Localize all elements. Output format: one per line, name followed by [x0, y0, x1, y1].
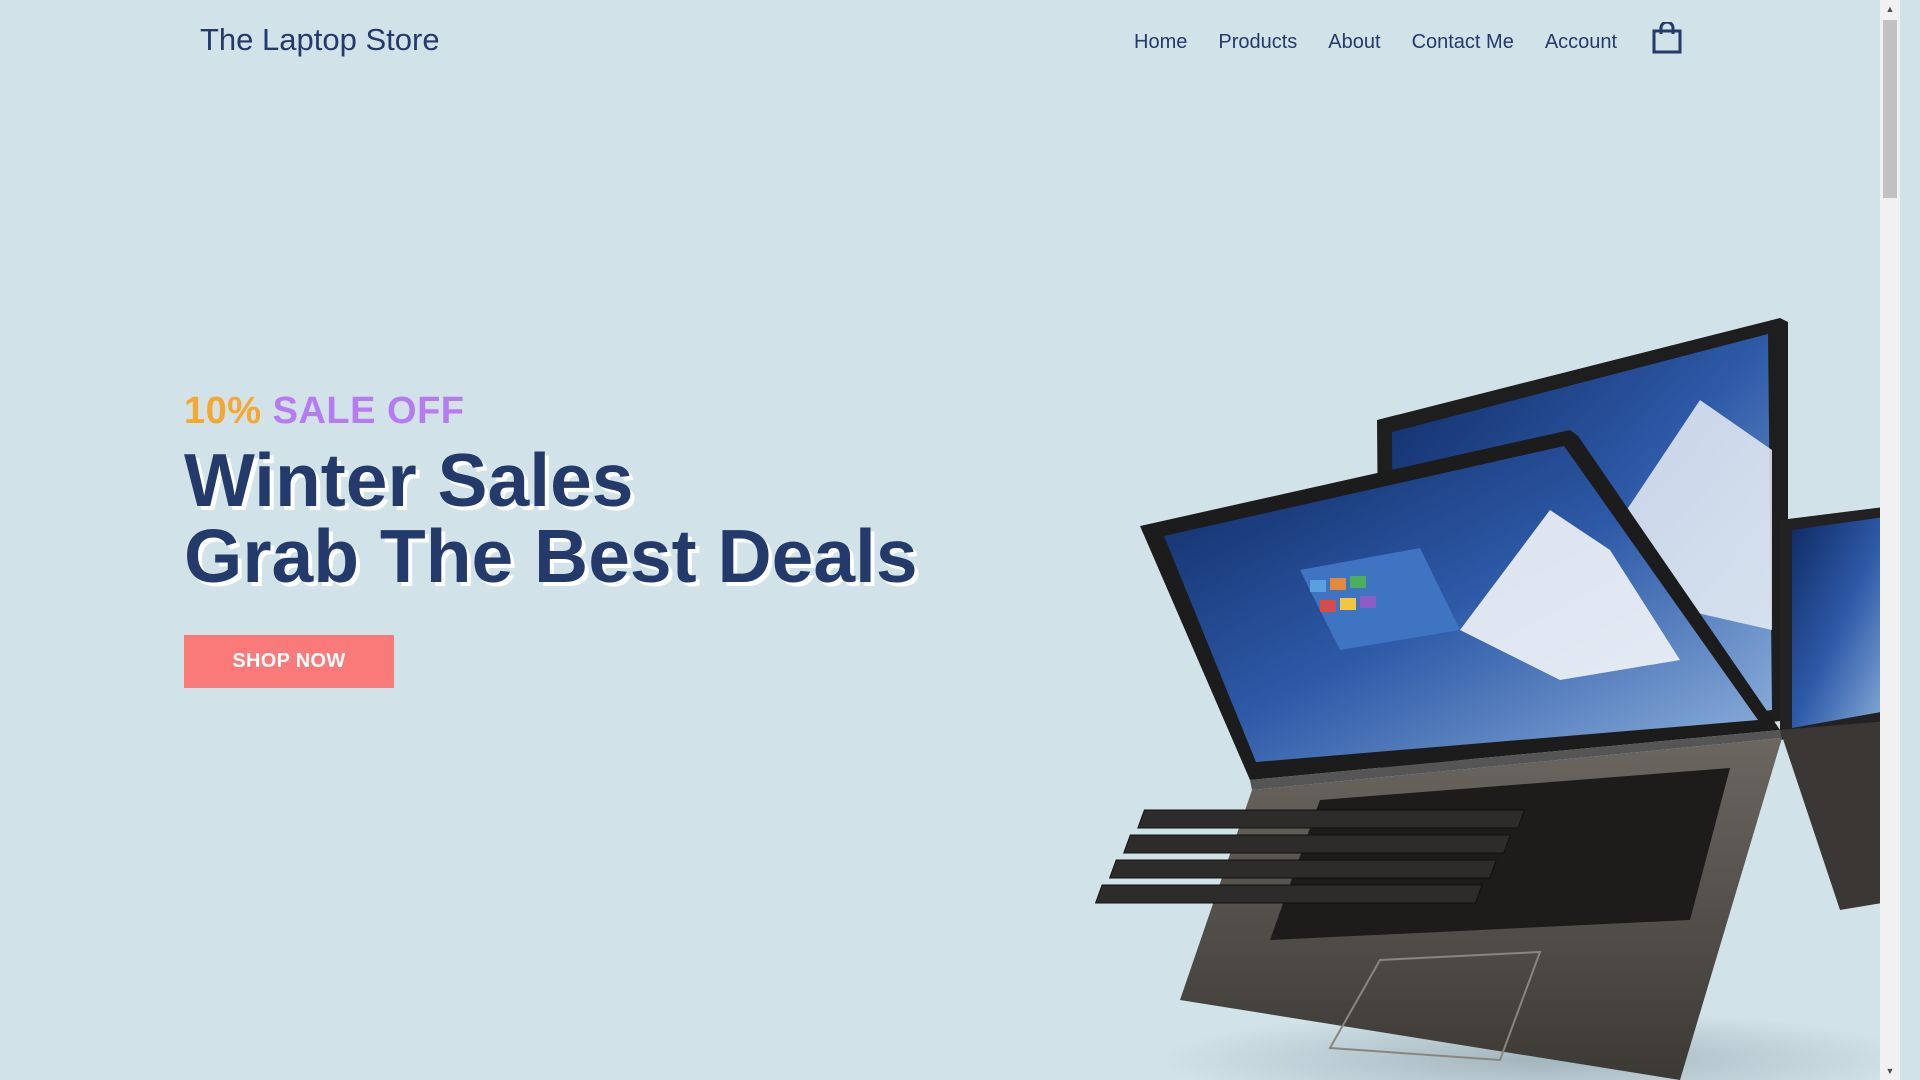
- page: The Laptop Store Home Products About Con…: [0, 0, 1900, 1080]
- headline-line-2: Grab The Best Deals: [184, 514, 918, 598]
- laptop-illustration: [1080, 300, 1900, 1080]
- nav-link-account[interactable]: Account: [1545, 30, 1617, 54]
- nav-link-home[interactable]: Home: [1134, 30, 1187, 54]
- main-nav: Home Products About Contact Me Account: [1134, 30, 1648, 54]
- nav-link-contact[interactable]: Contact Me: [1412, 30, 1514, 54]
- scroll-up-arrow-icon[interactable]: ▲: [1880, 0, 1900, 18]
- shopping-bag-icon[interactable]: [1652, 20, 1682, 54]
- promo-text: SALE OFF: [272, 390, 465, 432]
- scroll-down-arrow-icon[interactable]: ▼: [1880, 1062, 1900, 1080]
- hero-headline: Winter Sales Grab The Best Deals: [184, 442, 918, 594]
- brand-logo[interactable]: The Laptop Store: [200, 22, 440, 58]
- promo-label: 10% SALE OFF: [184, 390, 465, 433]
- shop-now-button[interactable]: SHOP NOW: [184, 635, 394, 688]
- nav-link-products[interactable]: Products: [1218, 30, 1297, 54]
- nav-link-about[interactable]: About: [1328, 30, 1380, 54]
- vertical-scrollbar[interactable]: ▲ ▼: [1880, 0, 1900, 1080]
- promo-percent: 10%: [184, 390, 262, 432]
- headline-line-1: Winter Sales: [184, 438, 634, 522]
- scroll-thumb[interactable]: [1883, 20, 1897, 198]
